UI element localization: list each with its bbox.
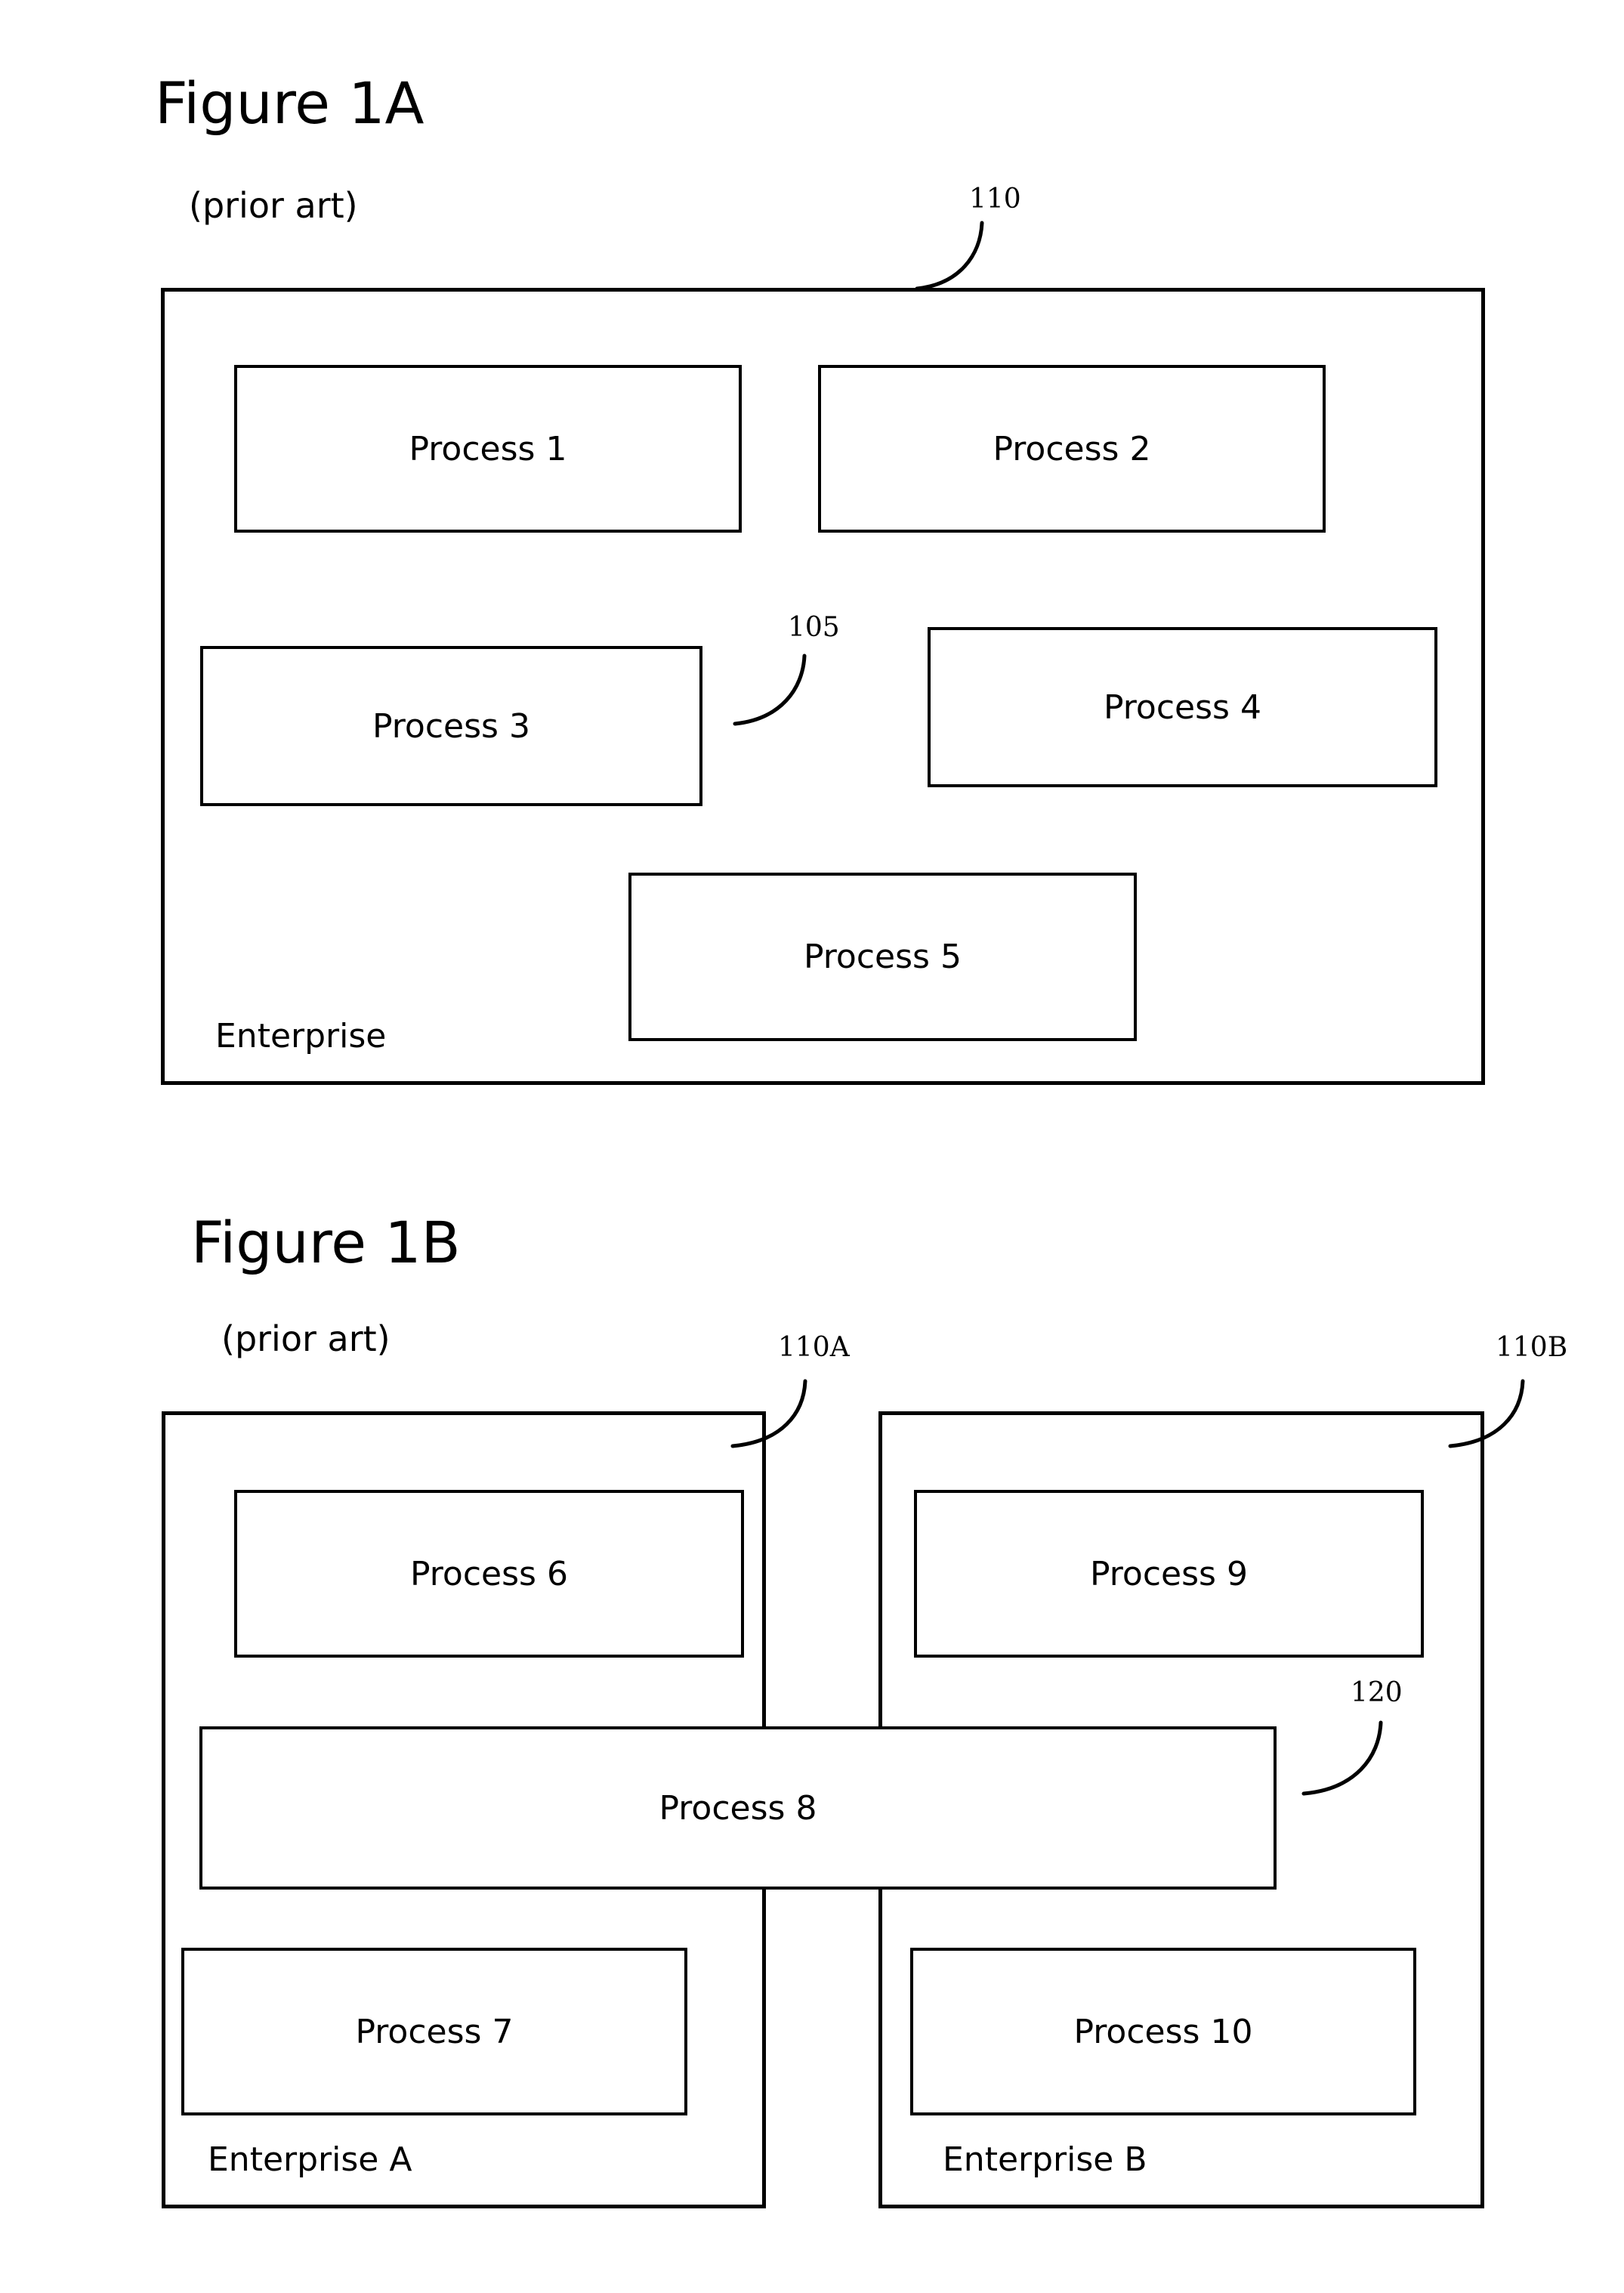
enterprise-a-label: Enterprise A	[208, 2140, 412, 2179]
ref-numeral-110: 110	[969, 184, 1021, 215]
process-box-6: Process 6	[234, 1490, 744, 1658]
process-box-5-label: Process 5	[804, 938, 962, 976]
process-box-3-label: Process 3	[372, 706, 530, 746]
process-box-5: Process 5	[628, 873, 1137, 1041]
figure-sheet: Figure 1A (prior art) 110 Enterprise Pro…	[0, 0, 1624, 2293]
process-box-1: Process 1	[234, 365, 742, 533]
process-box-8-label: Process 8	[659, 1788, 817, 1828]
figure-1b-subtitle: (prior art)	[221, 1318, 391, 1359]
process-box-7-label: Process 7	[355, 2012, 514, 2051]
process-box-1-label: Process 1	[409, 429, 567, 468]
process-box-9: Process 9	[914, 1490, 1424, 1658]
process-box-10: Process 10	[910, 1948, 1416, 2115]
process-box-6-label: Process 6	[410, 1554, 568, 1593]
process-box-2: Process 2	[818, 365, 1326, 533]
process-box-9-label: Process 9	[1090, 1554, 1248, 1593]
ref-numeral-110B: 110B	[1496, 1332, 1568, 1363]
process-box-7: Process 7	[181, 1948, 687, 2115]
process-box-3: Process 3	[200, 646, 702, 806]
process-box-10-label: Process 10	[1073, 2012, 1253, 2051]
ref-numeral-110A: 110A	[778, 1332, 850, 1363]
figure-1a-subtitle: (prior art)	[189, 185, 358, 226]
figure-1a-title: Figure 1A	[155, 70, 425, 137]
process-box-8: Process 8	[199, 1726, 1277, 1890]
enterprise-b-label: Enterprise B	[943, 2140, 1147, 2179]
process-box-2-label: Process 2	[993, 429, 1151, 468]
enterprise-label: Enterprise	[215, 1017, 387, 1055]
process-box-4: Process 4	[928, 627, 1437, 787]
process-box-4-label: Process 4	[1104, 688, 1261, 727]
ref-numeral-120: 120	[1351, 1677, 1403, 1708]
ref-numeral-105: 105	[788, 612, 840, 643]
figure-1b-title: Figure 1B	[191, 1209, 461, 1276]
